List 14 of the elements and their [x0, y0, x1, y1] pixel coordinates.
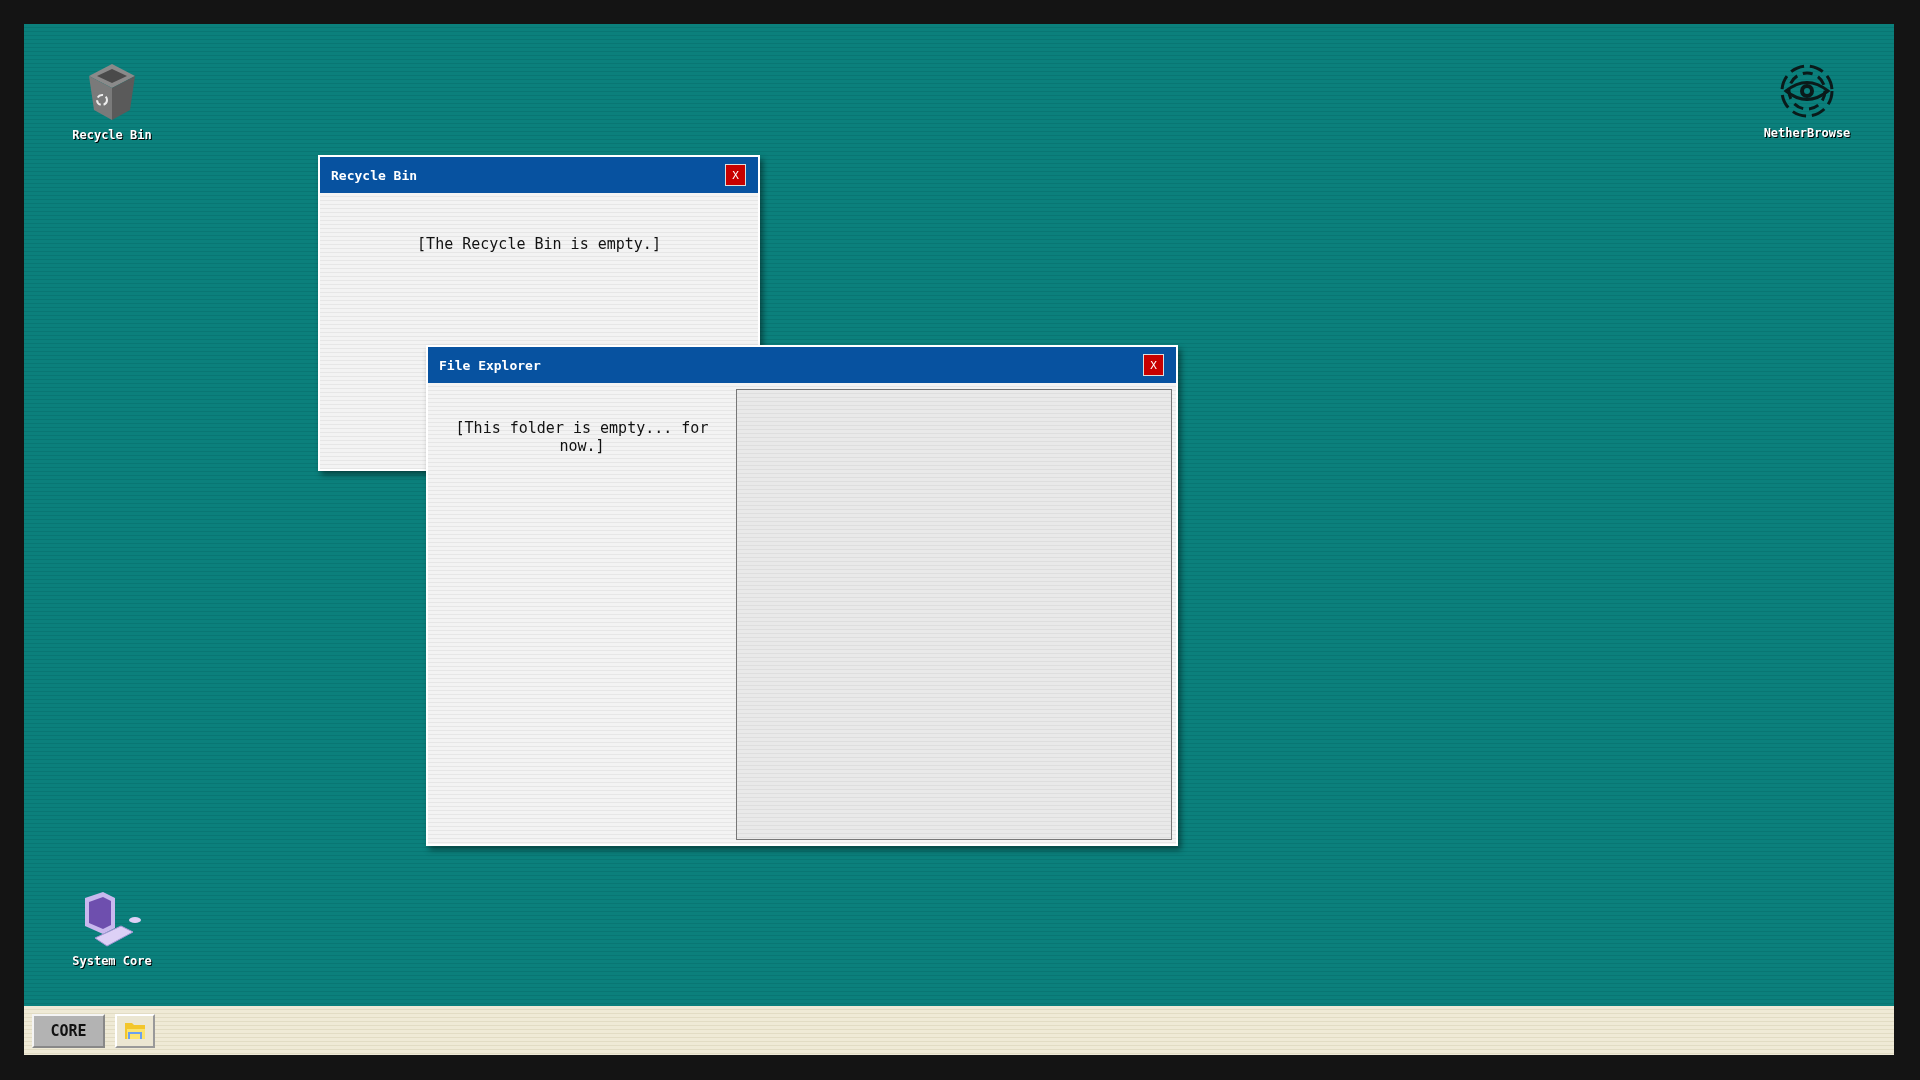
close-button[interactable]: X — [725, 164, 746, 186]
desktop-icon-label[interactable]: System Core — [72, 954, 152, 968]
window-title: Recycle Bin — [331, 167, 418, 183]
close-button[interactable]: X — [1143, 354, 1164, 376]
window-title: File Explorer — [439, 357, 541, 373]
trash-can-icon[interactable] — [87, 62, 137, 122]
folder-icon — [124, 1020, 146, 1041]
eye-swirl-icon[interactable] — [1778, 62, 1836, 120]
desktop-icon-label[interactable]: NetherBrowse — [1763, 126, 1851, 140]
empty-folder-message: [This folder is empty... for now.] — [454, 419, 710, 455]
start-button[interactable]: CORE — [32, 1013, 105, 1048]
empty-bin-message: [The Recycle Bin is empty.] — [417, 235, 661, 253]
taskbar-app-button[interactable] — [115, 1013, 155, 1048]
desktop-icon-label[interactable]: Recycle Bin — [72, 128, 152, 142]
